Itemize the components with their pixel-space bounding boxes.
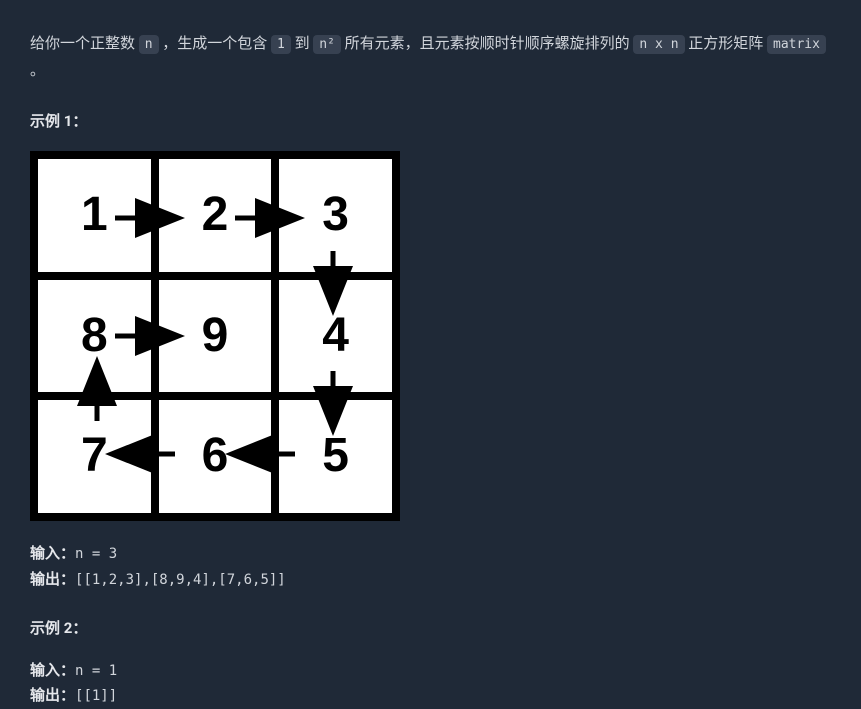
output-value-2: [[1]] bbox=[75, 688, 117, 704]
matrix-cell-9: 9 bbox=[159, 280, 272, 393]
matrix-cell-3: 3 bbox=[279, 159, 392, 272]
code-1: 1 bbox=[271, 35, 291, 54]
example2-title: 示例 2： bbox=[30, 615, 831, 642]
output-value: [[1,2,3],[8,9,4],[7,6,5]] bbox=[75, 572, 286, 588]
example2-output-line: 输出：[[1]] bbox=[30, 683, 831, 709]
desc-text-6: 。 bbox=[30, 61, 45, 79]
matrix-cell-4: 4 bbox=[279, 280, 392, 393]
code-n: n bbox=[139, 35, 159, 54]
problem-description: 给你一个正整数 n ，生成一个包含 1 到 n² 所有元素，且元素按顺时针顺序螺… bbox=[30, 30, 831, 84]
example1-output-line: 输出：[[1,2,3],[8,9,4],[7,6,5]] bbox=[30, 567, 831, 593]
code-matrix: matrix bbox=[767, 35, 826, 54]
matrix-cell-8: 8 bbox=[38, 280, 151, 393]
matrix-grid: 1 2 3 8 9 4 7 6 5 bbox=[38, 159, 392, 513]
desc-text-4: 所有元素，且元素按顺时针顺序螺旋排列的 bbox=[341, 34, 633, 52]
input-value-2: n = 1 bbox=[75, 663, 117, 679]
spiral-matrix-diagram: 1 2 3 8 9 4 7 6 5 bbox=[30, 151, 400, 521]
code-nxn: n x n bbox=[633, 35, 684, 54]
desc-text-2: ，生成一个包含 bbox=[159, 34, 271, 52]
example1-title: 示例 1： bbox=[30, 108, 831, 135]
input-value: n = 3 bbox=[75, 546, 117, 562]
input-label-2: 输入： bbox=[30, 661, 75, 679]
output-label: 输出： bbox=[30, 570, 75, 588]
input-label: 输入： bbox=[30, 544, 75, 562]
output-label-2: 输出： bbox=[30, 686, 75, 704]
matrix-cell-5: 5 bbox=[279, 400, 392, 513]
desc-text-3: 到 bbox=[291, 34, 313, 52]
desc-text-5: 正方形矩阵 bbox=[685, 34, 767, 52]
example1-input-line: 输入：n = 3 bbox=[30, 541, 831, 567]
matrix-cell-6: 6 bbox=[159, 400, 272, 513]
matrix-cell-7: 7 bbox=[38, 400, 151, 513]
code-n-squared: n² bbox=[313, 35, 341, 54]
example1-io: 输入：n = 3 输出：[[1,2,3],[8,9,4],[7,6,5]] bbox=[30, 541, 831, 593]
matrix-cell-1: 1 bbox=[38, 159, 151, 272]
example2-io: 输入：n = 1 输出：[[1]] bbox=[30, 658, 831, 709]
matrix-cell-2: 2 bbox=[159, 159, 272, 272]
example2-input-line: 输入：n = 1 bbox=[30, 658, 831, 684]
desc-text-1: 给你一个正整数 bbox=[30, 34, 139, 52]
